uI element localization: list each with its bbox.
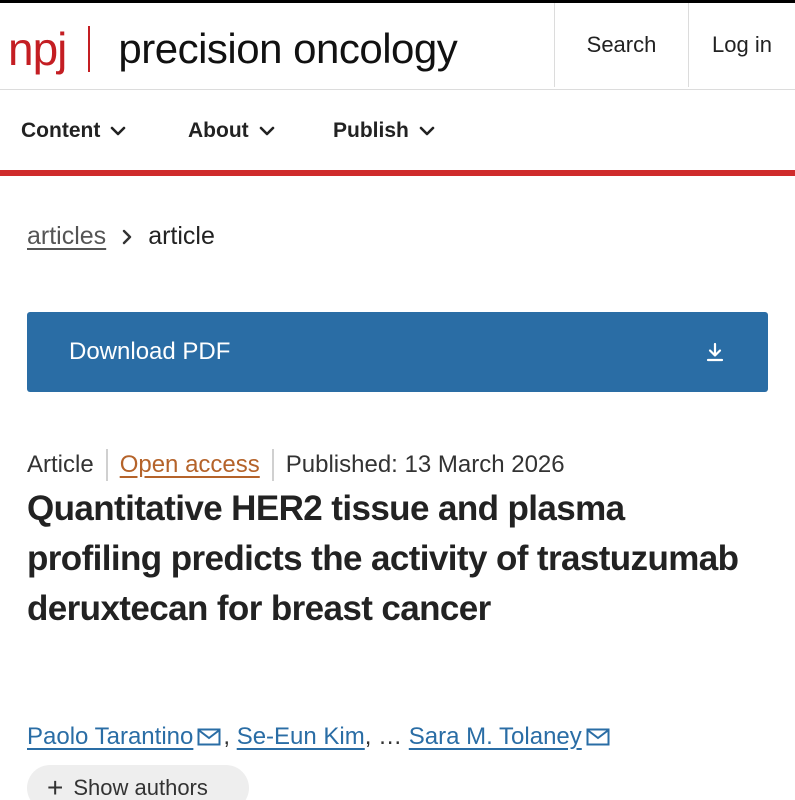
article-type: Article: [27, 451, 94, 478]
chevron-down-icon: [419, 126, 435, 136]
download-pdf-label: Download PDF: [69, 338, 231, 365]
download-pdf-button[interactable]: Download PDF: [27, 312, 768, 392]
breadcrumb: articles article: [27, 222, 215, 251]
author-separator: ,: [364, 723, 379, 750]
search-button[interactable]: Search: [554, 3, 688, 87]
journal-logo[interactable]: npj precision oncology: [8, 21, 458, 77]
nav-publish[interactable]: Publish: [333, 119, 435, 143]
open-access-link[interactable]: Open access: [120, 451, 260, 479]
login-button[interactable]: Log in: [688, 3, 795, 87]
show-authors-button[interactable]: + Show authors: [27, 765, 249, 800]
meta-divider: [105, 449, 108, 481]
breadcrumb-current: article: [148, 222, 215, 250]
author-list: Paolo Tarantino , Se-Eun Kim , … Sara M.…: [27, 720, 612, 754]
author-ellipsis: …: [378, 723, 403, 750]
logo-divider: [88, 26, 91, 72]
breadcrumb-articles-link[interactable]: articles: [27, 222, 106, 251]
author-separator: [402, 723, 409, 751]
plus-icon: +: [47, 772, 64, 800]
logo-journal-name: precision oncology: [118, 25, 458, 72]
nav-content-label: Content: [21, 119, 101, 142]
chevron-down-icon: [259, 126, 274, 136]
author-link[interactable]: Sara M. Tolaney: [409, 723, 582, 751]
email-icon[interactable]: [586, 728, 610, 746]
author-link[interactable]: Paolo Tarantino: [27, 723, 193, 751]
logo-brand: npj: [8, 23, 67, 75]
download-icon: [706, 342, 724, 362]
chevron-right-icon: [122, 229, 132, 245]
nav-publish-label: Publish: [333, 119, 409, 142]
author-separator: ,: [223, 723, 237, 750]
nav-about-label: About: [188, 119, 249, 142]
chevron-down-icon: [111, 126, 126, 136]
author-link[interactable]: Se-Eun Kim: [237, 723, 365, 751]
article-meta: Article Open access Published: 13 March …: [27, 448, 565, 482]
main-nav: Content About Publish: [0, 90, 795, 176]
published-date: Published: 13 March 2026: [285, 451, 565, 478]
meta-divider: [271, 449, 274, 481]
nav-about[interactable]: About: [188, 119, 275, 143]
show-authors-label: Show authors: [73, 775, 208, 800]
nav-content[interactable]: Content: [21, 119, 126, 143]
email-icon[interactable]: [197, 728, 221, 746]
article-title: Quantitative HER2 tissue and plasma prof…: [27, 489, 739, 628]
